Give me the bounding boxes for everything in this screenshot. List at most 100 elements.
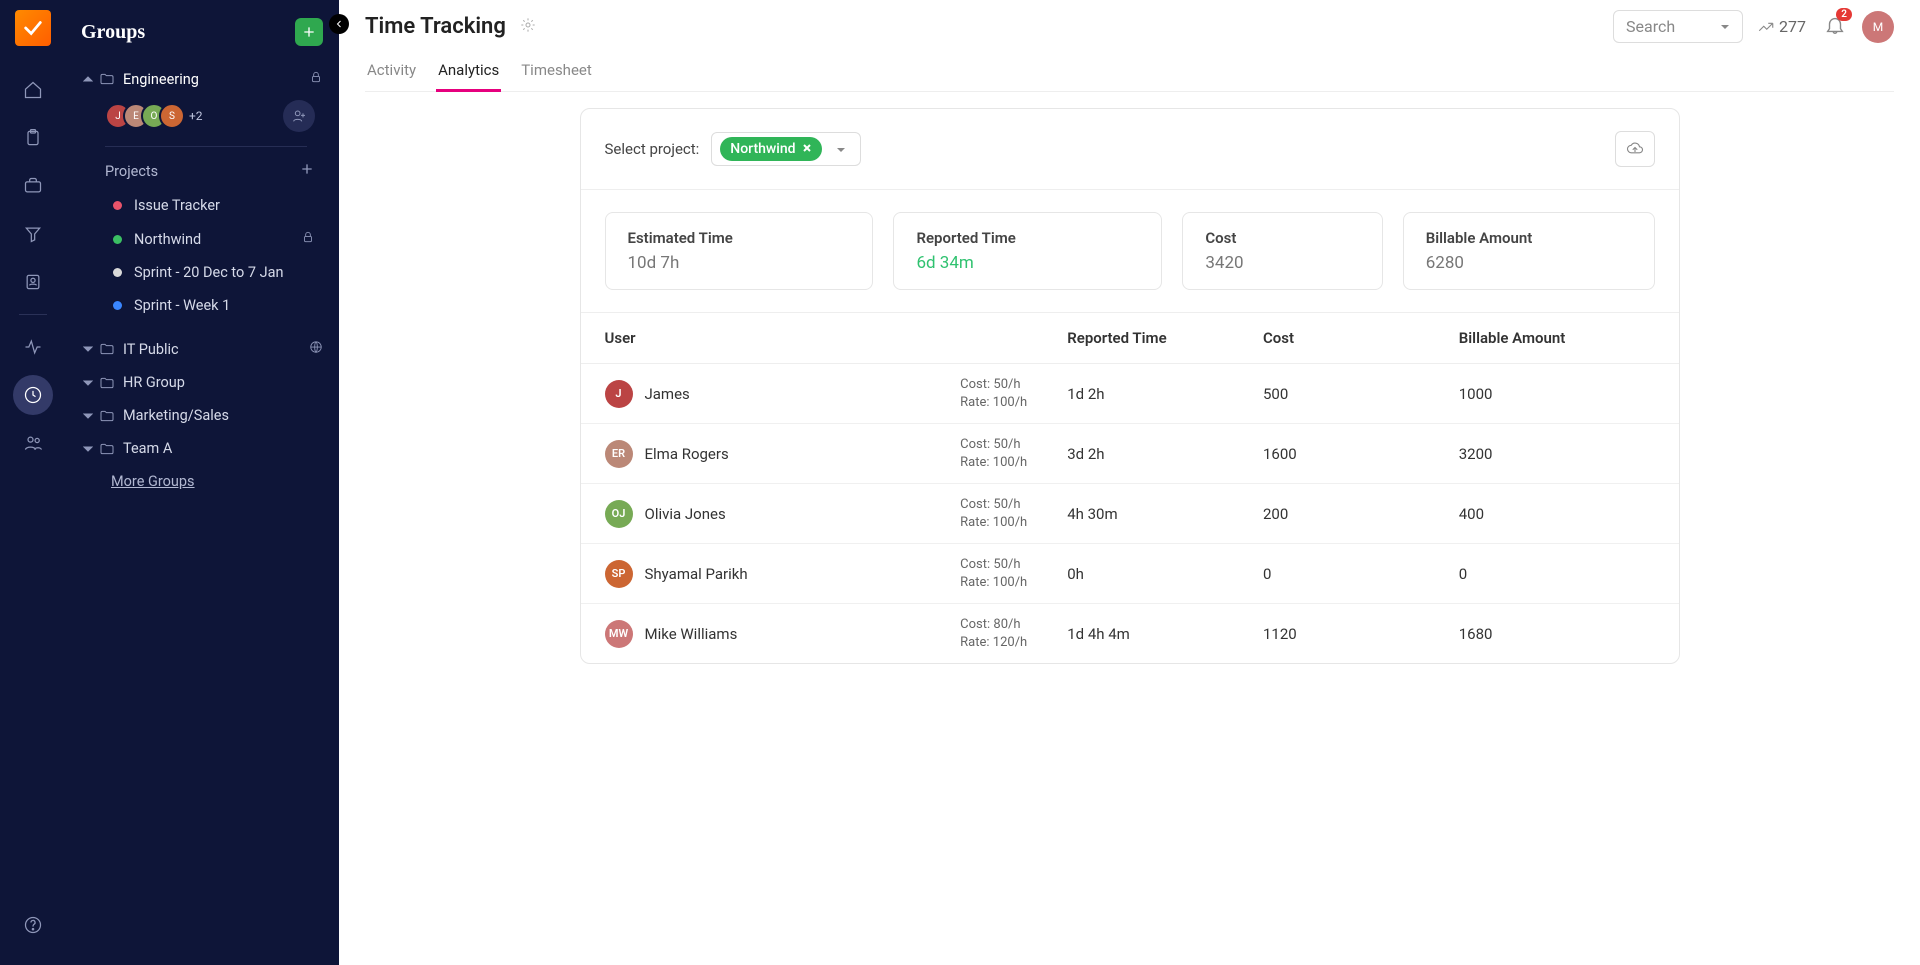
add-project-button[interactable] bbox=[299, 161, 315, 181]
table-row[interactable]: MW Mike Williams Cost: 80/hRate: 120/h 1… bbox=[581, 604, 1679, 663]
folder-icon bbox=[99, 341, 115, 357]
activity-icon[interactable] bbox=[13, 327, 53, 367]
user-name: Shyamal Parikh bbox=[645, 565, 748, 583]
sidebar: Groups Engineering J E O S +2 Projects bbox=[65, 0, 339, 965]
user-name: Olivia Jones bbox=[645, 505, 726, 523]
briefcase-icon[interactable] bbox=[13, 166, 53, 206]
tab-timesheet[interactable]: Timesheet bbox=[519, 53, 594, 91]
card-billable: Billable Amount 6280 bbox=[1403, 212, 1655, 290]
notifications-button[interactable]: 2 bbox=[1824, 14, 1846, 40]
people-icon[interactable] bbox=[13, 423, 53, 463]
user-name: Elma Rogers bbox=[645, 445, 729, 463]
th-reported: Reported Time bbox=[1067, 329, 1263, 347]
project-select[interactable]: Northwind bbox=[711, 132, 860, 166]
caret-right-icon bbox=[81, 376, 95, 390]
remove-chip-icon[interactable] bbox=[802, 141, 812, 157]
project-item[interactable]: Sprint - 20 Dec to 7 Jan bbox=[75, 256, 329, 289]
group-item[interactable]: IT Public bbox=[75, 332, 329, 366]
notif-badge: 2 bbox=[1836, 8, 1852, 21]
project-label: Sprint - Week 1 bbox=[134, 297, 230, 314]
user-name: James bbox=[645, 385, 690, 403]
clipboard-icon[interactable] bbox=[13, 118, 53, 158]
member-avatar[interactable]: S bbox=[159, 103, 185, 129]
cell-billable: 0 bbox=[1459, 565, 1655, 583]
search-label: Search bbox=[1626, 17, 1675, 36]
table-row[interactable]: J James Cost: 50/hRate: 100/h 1d 2h 500 … bbox=[581, 364, 1679, 424]
lock-icon bbox=[301, 230, 315, 248]
nav-rail bbox=[0, 0, 65, 965]
page-title: Time Tracking bbox=[365, 14, 506, 39]
project-label: Issue Tracker bbox=[134, 197, 220, 214]
user-avatar: J bbox=[605, 380, 633, 408]
group-item[interactable]: Marketing/Sales bbox=[75, 399, 329, 432]
folder-open-icon bbox=[99, 71, 115, 87]
collapse-sidebar-button[interactable] bbox=[329, 14, 349, 34]
export-button[interactable] bbox=[1615, 131, 1655, 167]
home-icon[interactable] bbox=[13, 70, 53, 110]
more-members[interactable]: +2 bbox=[189, 109, 203, 123]
table-row[interactable]: ER Elma Rogers Cost: 50/hRate: 100/h 3d … bbox=[581, 424, 1679, 484]
group-item[interactable]: HR Group bbox=[75, 366, 329, 399]
project-color-dot bbox=[113, 268, 122, 277]
folder-icon bbox=[99, 408, 115, 424]
projects-label: Projects bbox=[105, 163, 158, 180]
caret-right-icon bbox=[81, 442, 95, 456]
folder-icon bbox=[99, 441, 115, 457]
group-label: Marketing/Sales bbox=[123, 407, 323, 424]
select-project-label: Select project: bbox=[605, 140, 700, 158]
table-row[interactable]: OJ Olivia Jones Cost: 50/hRate: 100/h 4h… bbox=[581, 484, 1679, 544]
tab-analytics[interactable]: Analytics bbox=[436, 53, 501, 92]
project-label: Sprint - 20 Dec to 7 Jan bbox=[134, 264, 284, 281]
cell-reported: 3d 2h bbox=[1067, 445, 1263, 463]
projects-header: Projects bbox=[75, 151, 329, 189]
group-item[interactable]: Team A bbox=[75, 432, 329, 465]
user-avatar: SP bbox=[605, 560, 633, 588]
user-rates: Cost: 50/hRate: 100/h bbox=[960, 376, 1027, 411]
globe-icon bbox=[309, 340, 323, 358]
cell-billable: 1680 bbox=[1459, 625, 1655, 643]
cell-billable: 400 bbox=[1459, 505, 1655, 523]
project-item[interactable]: Issue Tracker bbox=[75, 189, 329, 222]
help-icon[interactable] bbox=[13, 905, 53, 945]
time-tracking-icon[interactable] bbox=[13, 375, 53, 415]
tab-activity[interactable]: Activity bbox=[365, 53, 418, 91]
settings-icon[interactable] bbox=[520, 17, 536, 37]
project-item[interactable]: Sprint - Week 1 bbox=[75, 289, 329, 322]
more-groups[interactable]: More Groups bbox=[75, 465, 329, 498]
lock-icon bbox=[309, 70, 323, 88]
user-avatar[interactable]: M bbox=[1862, 11, 1894, 43]
caret-right-icon bbox=[81, 342, 95, 356]
table-row[interactable]: SP Shyamal Parikh Cost: 50/hRate: 100/h … bbox=[581, 544, 1679, 604]
add-group-button[interactable] bbox=[295, 18, 323, 46]
contacts-icon[interactable] bbox=[13, 262, 53, 302]
group-label: Team A bbox=[123, 440, 323, 457]
user-rates: Cost: 50/hRate: 100/h bbox=[960, 436, 1027, 471]
add-member-button[interactable] bbox=[283, 100, 315, 132]
cell-cost: 1600 bbox=[1263, 445, 1459, 463]
table-header: User Reported Time Cost Billable Amount bbox=[581, 313, 1679, 364]
project-item[interactable]: Northwind bbox=[75, 222, 329, 256]
project-color-dot bbox=[113, 201, 122, 210]
search-dropdown[interactable]: Search bbox=[1613, 10, 1743, 43]
cell-billable: 3200 bbox=[1459, 445, 1655, 463]
project-chip[interactable]: Northwind bbox=[720, 137, 821, 161]
cell-reported: 0h bbox=[1067, 565, 1263, 583]
filter-icon[interactable] bbox=[13, 214, 53, 254]
cell-cost: 200 bbox=[1263, 505, 1459, 523]
cell-cost: 0 bbox=[1263, 565, 1459, 583]
app-logo[interactable] bbox=[15, 10, 51, 46]
group-label: IT Public bbox=[123, 341, 303, 358]
user-avatar: OJ bbox=[605, 500, 633, 528]
tabs: Activity Analytics Timesheet bbox=[365, 53, 1894, 92]
folder-icon bbox=[99, 375, 115, 391]
group-engineering[interactable]: Engineering bbox=[75, 62, 329, 96]
sidebar-title: Groups bbox=[81, 21, 295, 44]
cell-reported: 1d 4h 4m bbox=[1067, 625, 1263, 643]
cell-reported: 1d 2h bbox=[1067, 385, 1263, 403]
project-color-dot bbox=[113, 235, 122, 244]
group-label: HR Group bbox=[123, 374, 323, 391]
main-content: Time Tracking Search 277 2 M Activi bbox=[339, 0, 1920, 965]
cell-billable: 1000 bbox=[1459, 385, 1655, 403]
trend-stat[interactable]: 277 bbox=[1757, 17, 1806, 36]
card-reported-time: Reported Time 6d 34m bbox=[893, 212, 1162, 290]
